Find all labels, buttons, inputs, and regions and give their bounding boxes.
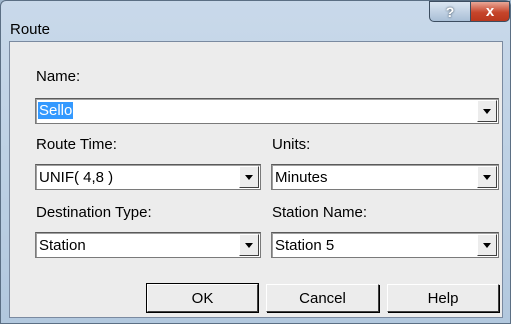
close-icon: x	[485, 3, 495, 20]
route-time-combobox[interactable]: UNIF( 4,8 )	[35, 164, 261, 190]
cancel-button[interactable]: Cancel	[266, 284, 379, 312]
station-name-value: Station 5	[275, 237, 335, 254]
title-help-button[interactable]: ?	[429, 1, 471, 22]
destination-type-label: Destination Type:	[36, 204, 152, 221]
units-label: Units:	[272, 136, 311, 153]
route-time-value: UNIF( 4,8 )	[39, 169, 114, 186]
name-dropdown-button[interactable]	[477, 100, 497, 122]
destination-type-value: Station	[39, 237, 86, 254]
title-bar[interactable]: Route ? x	[1, 1, 510, 41]
question-mark-icon: ?	[445, 3, 455, 20]
chevron-down-icon	[483, 174, 491, 180]
title-close-button[interactable]: x	[470, 1, 510, 22]
ok-button[interactable]: OK	[146, 283, 259, 313]
name-combobox[interactable]: Sello	[35, 98, 499, 124]
units-value: Minutes	[275, 169, 328, 186]
name-label: Name:	[36, 68, 81, 85]
station-name-combobox[interactable]: Station 5	[271, 232, 499, 258]
route-dialog: Route ? x Name: Sello Route Time: UNIF( …	[0, 0, 511, 324]
units-dropdown-button[interactable]	[477, 166, 497, 188]
station-name-dropdown-button[interactable]	[477, 234, 497, 256]
help-button[interactable]: Help	[387, 284, 499, 312]
route-time-dropdown-button[interactable]	[239, 166, 259, 188]
dialog-body: Name: Sello Route Time: UNIF( 4,8 ) Unit…	[9, 41, 503, 318]
destination-type-combobox[interactable]: Station	[35, 232, 261, 258]
chevron-down-icon	[483, 108, 491, 114]
dialog-title: Route	[10, 21, 51, 38]
route-time-label: Route Time:	[36, 136, 117, 153]
chevron-down-icon	[245, 174, 253, 180]
units-combobox[interactable]: Minutes	[271, 164, 499, 190]
station-name-label: Station Name:	[272, 204, 368, 221]
chevron-down-icon	[245, 242, 253, 248]
name-value: Sello	[38, 102, 74, 119]
destination-type-dropdown-button[interactable]	[239, 234, 259, 256]
chevron-down-icon	[483, 242, 491, 248]
